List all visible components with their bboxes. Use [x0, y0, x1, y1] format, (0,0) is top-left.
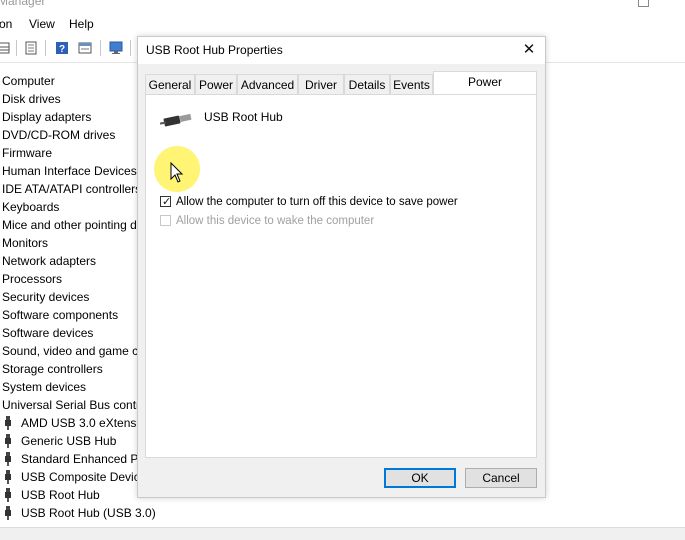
- mouse-cursor-icon: [170, 162, 184, 183]
- properties-dialog: USB Root Hub Properties ✕ General Power …: [137, 36, 546, 498]
- menu-action[interactable]: on: [0, 17, 12, 31]
- tab-strip: General Power Advanced Driver Details Ev…: [145, 71, 537, 109]
- tree-child-item[interactable]: USB Composite Device: [0, 468, 150, 486]
- usb-plug-icon: [5, 434, 11, 448]
- usb-plug-icon: [5, 488, 11, 502]
- tree-item[interactable]: Sound, video and game c: [0, 342, 150, 360]
- view-window-icon[interactable]: [78, 41, 92, 55]
- usb-device-icon: [160, 113, 192, 127]
- tree-item[interactable]: Display adapters: [0, 108, 150, 126]
- tree-item[interactable]: Software devices: [0, 324, 150, 342]
- tab-power-management[interactable]: Power Management: [433, 71, 537, 109]
- allow-turn-off-checkbox[interactable]: ✓: [160, 196, 172, 208]
- toolbar-separator: [130, 40, 131, 56]
- toolbar-separator: [45, 40, 46, 56]
- tree-item[interactable]: Software components: [0, 306, 150, 324]
- tab-general[interactable]: General: [145, 74, 195, 94]
- device-name: USB Root Hub: [204, 110, 283, 124]
- tree-child-item[interactable]: USB Root Hub: [0, 486, 150, 504]
- tree-item[interactable]: Computer: [0, 72, 150, 90]
- tree-item[interactable]: Processors: [0, 270, 150, 288]
- usb-plug-icon: [5, 506, 11, 520]
- grid-view-icon[interactable]: [0, 41, 10, 55]
- tree-child-item[interactable]: USB Root Hub (USB 3.0): [0, 504, 156, 522]
- allow-wake-label: Allow this device to wake the computer: [176, 215, 375, 227]
- close-icon[interactable]: ✕: [519, 40, 539, 60]
- tree-item[interactable]: Firmware: [0, 144, 150, 162]
- tree-item[interactable]: DVD/CD-ROM drives: [0, 126, 150, 144]
- menu-view[interactable]: View: [29, 17, 55, 31]
- window-title: Manager: [0, 0, 46, 8]
- menu-bar: on View Help: [0, 14, 685, 34]
- tab-details[interactable]: Details: [344, 74, 390, 94]
- dialog-title: USB Root Hub Properties: [146, 43, 283, 57]
- allow-wake-checkbox: [160, 215, 171, 226]
- tree-item[interactable]: Monitors: [0, 234, 150, 252]
- power-management-panel: USB Root Hub ✓ Allow the computer to tur…: [145, 94, 537, 458]
- tab-advanced[interactable]: Advanced: [237, 74, 298, 94]
- svg-text:?: ?: [59, 44, 65, 55]
- status-bar: [0, 527, 685, 540]
- background-window-title: Manager: [0, 0, 685, 10]
- toolbar-separator: [16, 40, 17, 56]
- tree-child-item[interactable]: Generic USB Hub: [0, 432, 150, 450]
- tree-item[interactable]: Storage controllers: [0, 360, 150, 378]
- tree-item[interactable]: IDE ATA/ATAPI controllers: [0, 180, 150, 198]
- toolbar-separator: [100, 40, 101, 56]
- usb-plug-icon: [5, 452, 11, 466]
- cancel-button[interactable]: Cancel: [465, 468, 537, 488]
- maximize-icon[interactable]: [638, 0, 649, 7]
- tab-driver[interactable]: Driver: [298, 74, 344, 94]
- checkmark-icon: ✓: [162, 196, 172, 208]
- tree-item[interactable]: Keyboards: [0, 198, 150, 216]
- tree-item[interactable]: Mice and other pointing d: [0, 216, 150, 234]
- help-icon[interactable]: ?: [55, 41, 69, 55]
- device-tree: Computer Disk drives Display adapters DV…: [0, 72, 156, 522]
- tree-item[interactable]: Network adapters: [0, 252, 150, 270]
- tree-item[interactable]: System devices: [0, 378, 150, 396]
- tree-item[interactable]: Disk drives: [0, 90, 150, 108]
- tree-item[interactable]: Security devices: [0, 288, 150, 306]
- usb-plug-icon: [5, 470, 11, 484]
- tree-item[interactable]: Universal Serial Bus contro: [0, 396, 150, 414]
- tab-power[interactable]: Power: [195, 74, 237, 94]
- scan-hardware-icon[interactable]: [109, 41, 123, 55]
- menu-help[interactable]: Help: [69, 17, 94, 31]
- tree-child-item[interactable]: AMD USB 3.0 eXtensib: [0, 414, 150, 432]
- properties-sheet-icon[interactable]: [24, 41, 38, 55]
- usb-plug-icon: [5, 416, 11, 430]
- allow-turn-off-label: Allow the computer to turn off this devi…: [176, 196, 458, 208]
- ok-button[interactable]: OK: [384, 468, 456, 488]
- tree-item[interactable]: Human Interface Devices: [0, 162, 150, 180]
- tab-events[interactable]: Events: [390, 74, 433, 94]
- tree-child-item[interactable]: Standard Enhanced PC: [0, 450, 150, 468]
- dialog-title-bar[interactable]: USB Root Hub Properties ✕: [138, 37, 545, 64]
